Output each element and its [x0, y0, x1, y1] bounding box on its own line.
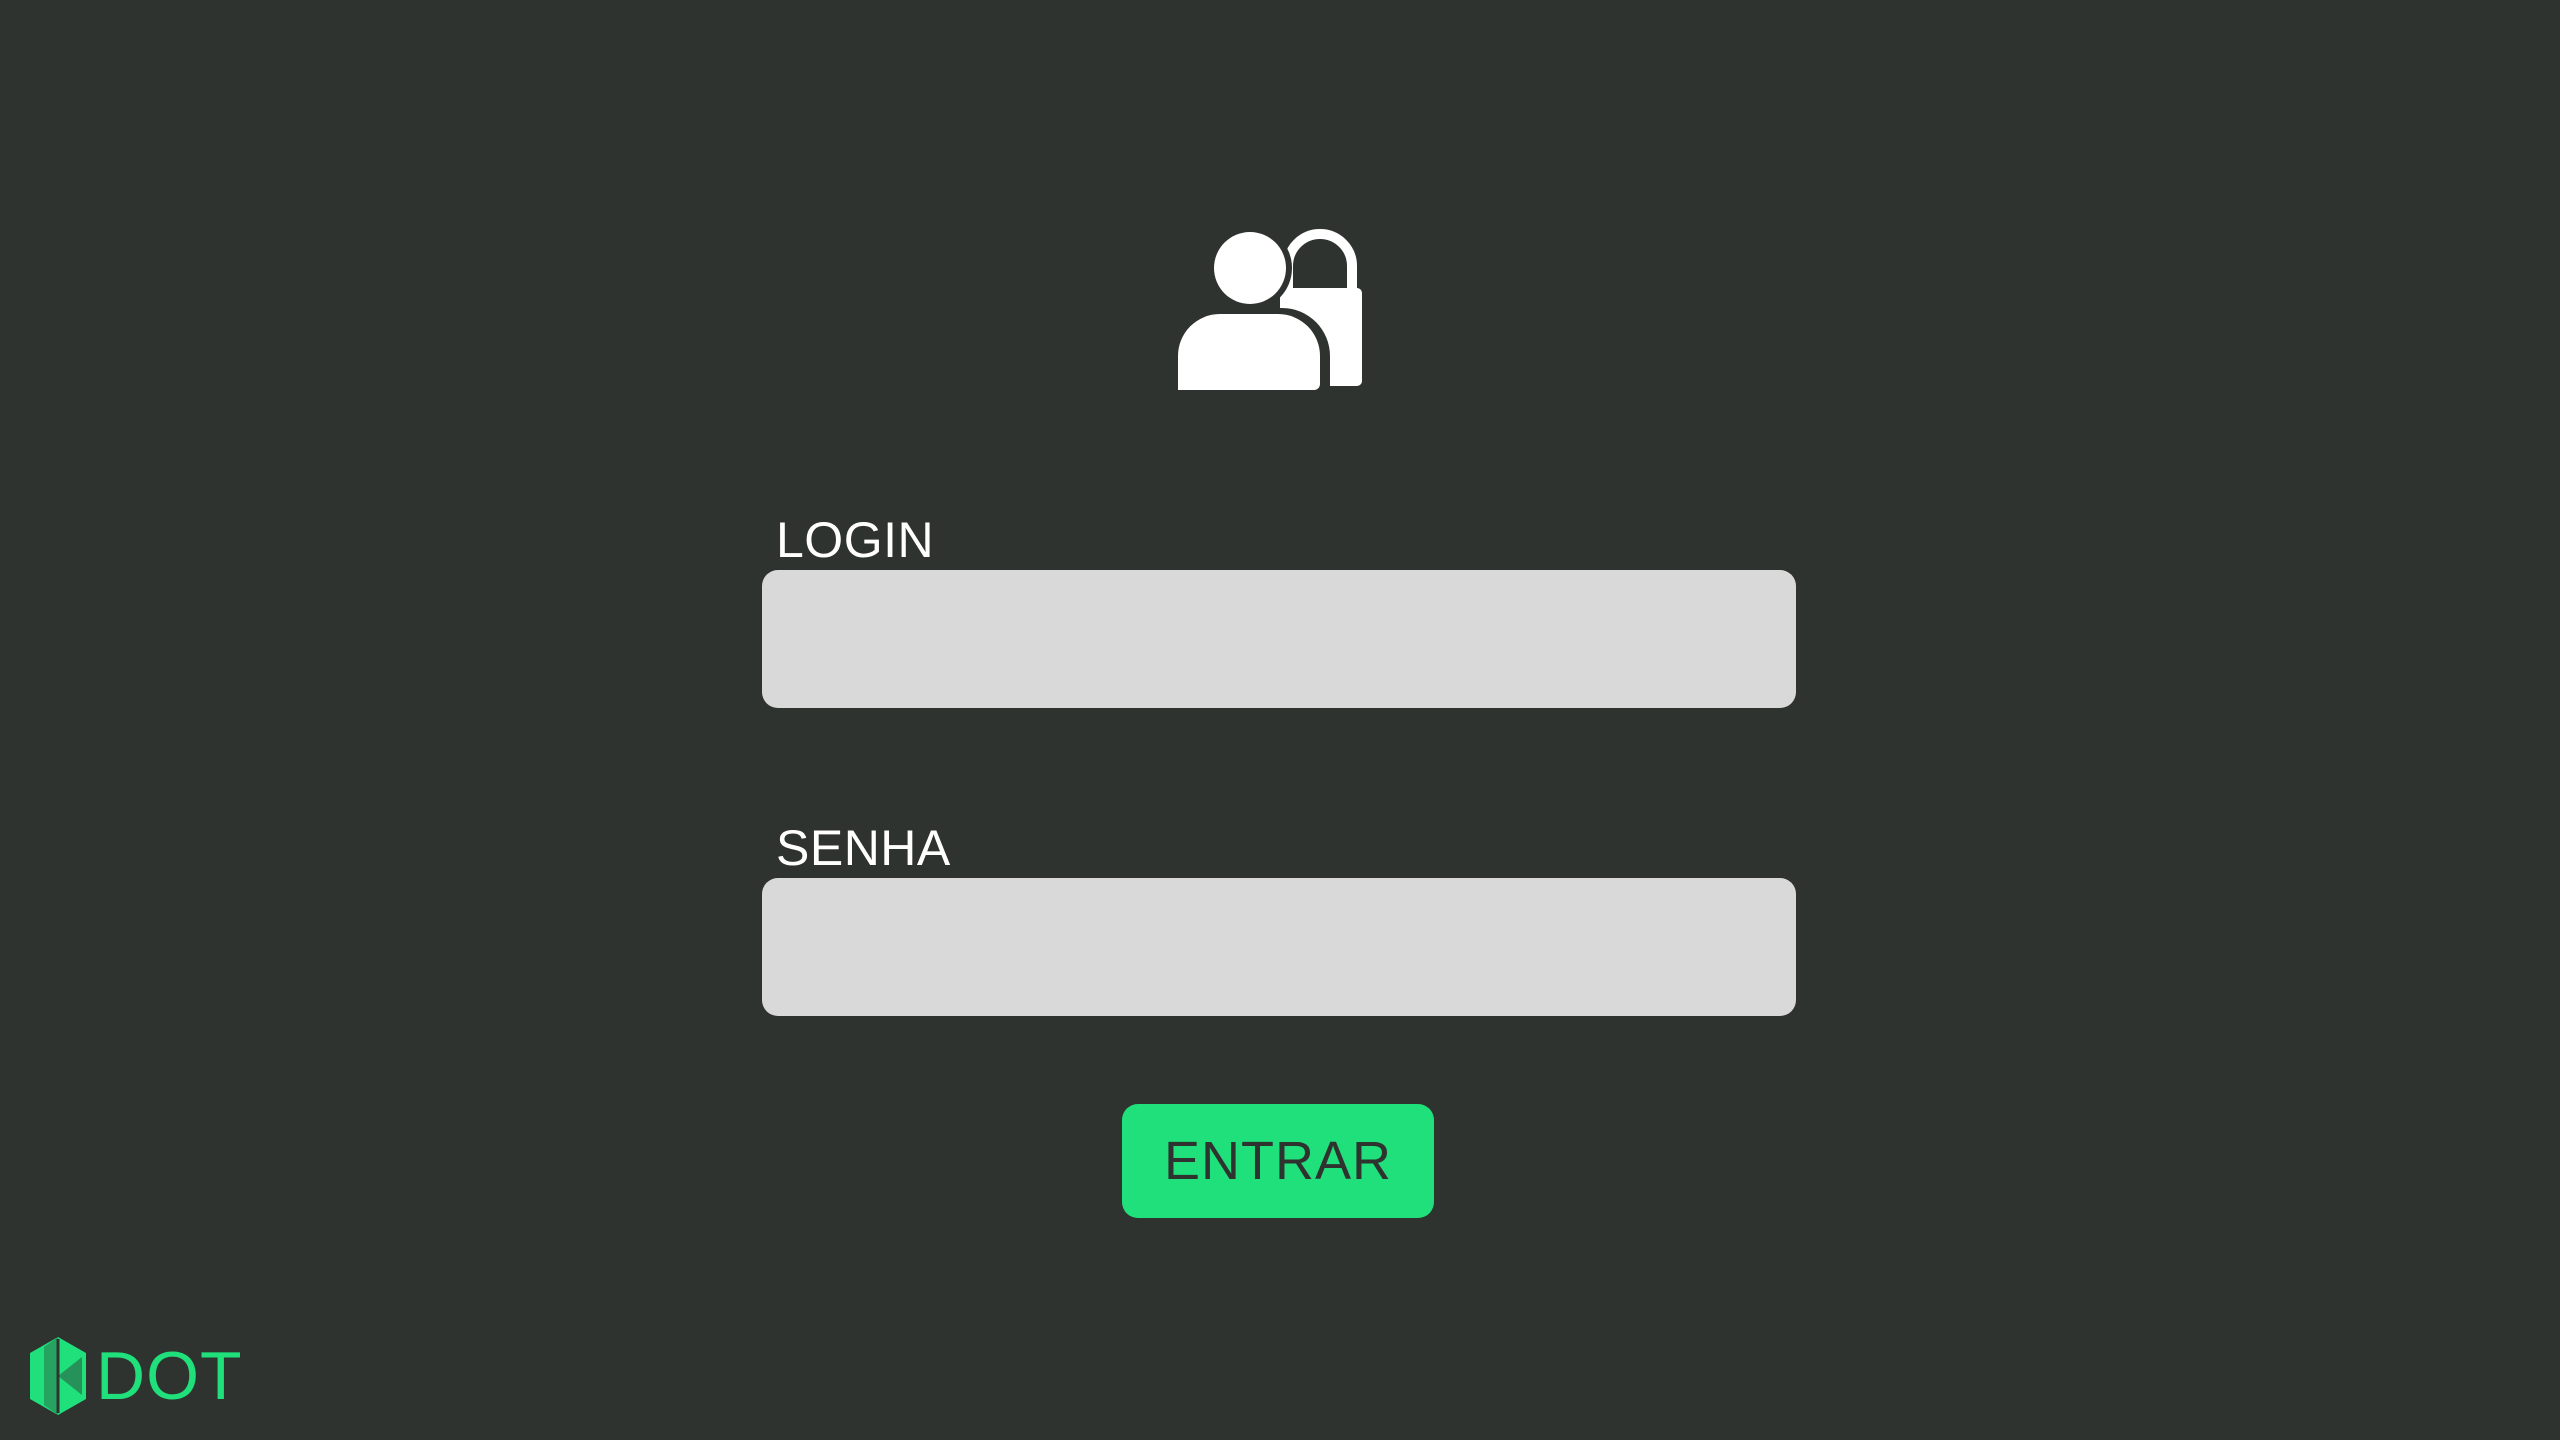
- brand-logo: DOT: [30, 1336, 243, 1416]
- login-label: LOGIN: [776, 512, 935, 568]
- user-lock-icon: [1176, 226, 1362, 394]
- senha-input[interactable]: [762, 878, 1796, 1016]
- login-input[interactable]: [762, 570, 1796, 708]
- senha-label: SENHA: [776, 820, 951, 876]
- dot-logo-icon: [30, 1337, 86, 1415]
- brand-name: DOT: [96, 1338, 243, 1414]
- entrar-button[interactable]: ENTRAR: [1122, 1104, 1434, 1218]
